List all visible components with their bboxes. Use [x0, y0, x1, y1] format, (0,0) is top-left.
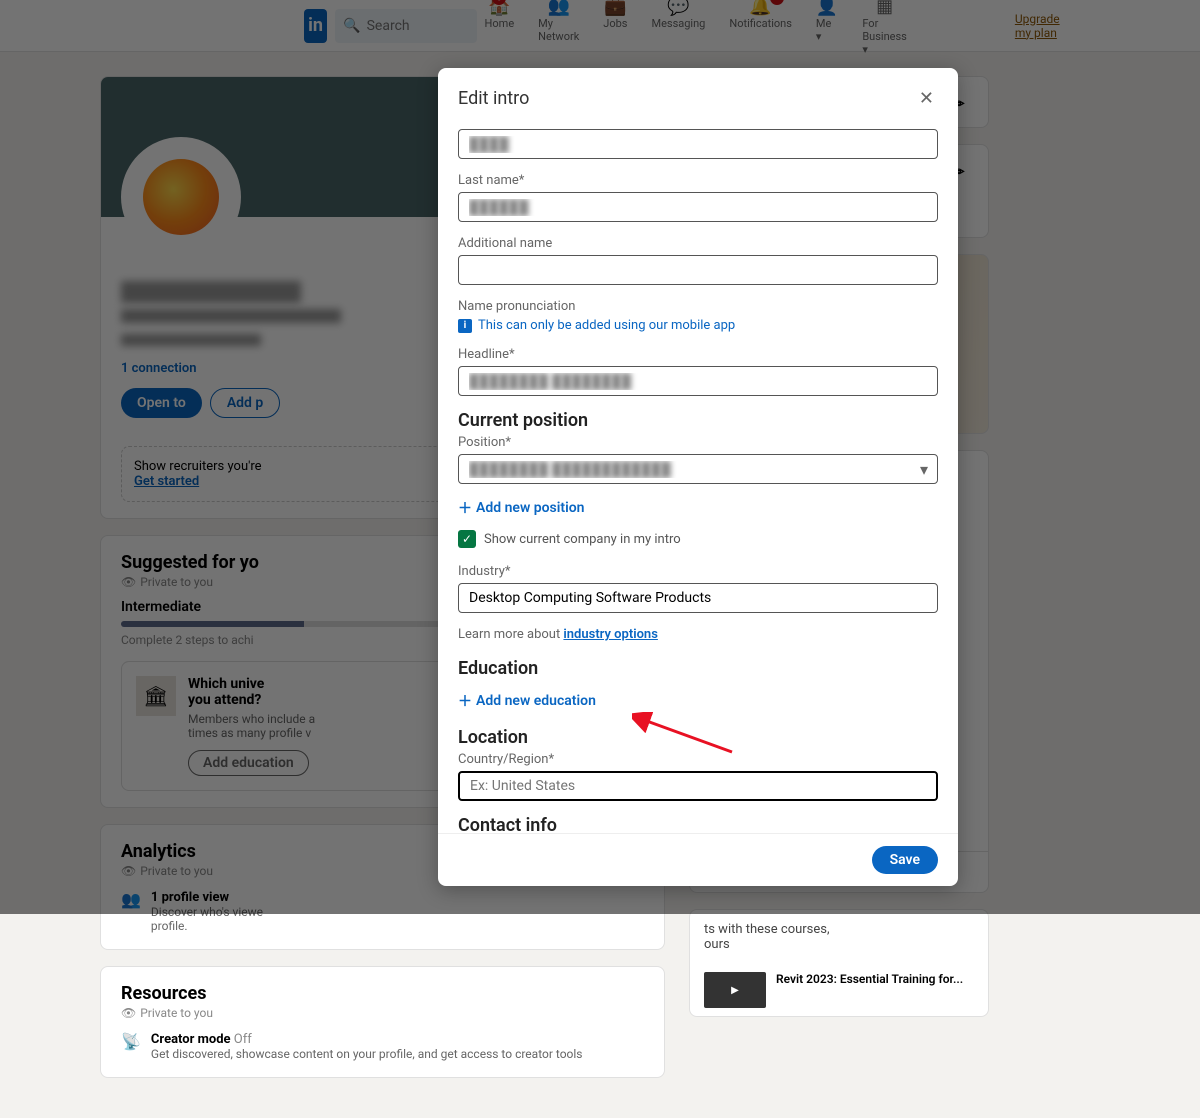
add-education-text: Add new education — [476, 693, 596, 709]
additional-name-input[interactable] — [458, 255, 938, 285]
creator-title: Creator mode — [151, 1032, 231, 1047]
position-label: Position* — [458, 435, 938, 450]
current-position-heading: Current position — [458, 410, 938, 431]
checkbox-checked-icon: ✓ — [458, 530, 476, 548]
industry-input[interactable] — [458, 583, 938, 613]
pronunciation-label: Name pronunciation — [458, 299, 938, 314]
edit-intro-modal: Edit intro ✕ Last name* Additional name … — [438, 68, 958, 886]
add-position-text: Add new position — [476, 500, 584, 516]
info-icon: i — [458, 319, 472, 333]
add-education-link[interactable]: ＋Add new education — [458, 691, 938, 711]
country-label: Country/Region* — [458, 752, 938, 767]
contact-heading: Contact info — [458, 815, 938, 833]
headline-label: Headline* — [458, 347, 938, 362]
additional-name-label: Additional name — [458, 236, 938, 251]
course-title: Revit 2023: Essential Training for... — [776, 972, 963, 1008]
eye-icon: 👁 — [121, 1006, 136, 1020]
close-icon[interactable]: ✕ — [915, 84, 938, 113]
views-desc2: profile. — [151, 919, 188, 933]
modal-title: Edit intro — [458, 88, 529, 109]
creator-desc: Get discovered, showcase content on your… — [151, 1047, 583, 1061]
headline-input[interactable] — [458, 366, 938, 396]
pronunciation-info: This can only be added using our mobile … — [478, 318, 735, 333]
plus-icon: ＋ — [458, 691, 472, 711]
location-heading: Location — [458, 727, 938, 748]
course-item[interactable]: Revit 2023: Essential Training for... — [690, 964, 988, 1016]
country-input[interactable] — [458, 771, 938, 801]
add-position-link[interactable]: ＋Add new position — [458, 498, 938, 518]
resources-title: Resources — [121, 983, 644, 1004]
first-name-input[interactable] — [458, 129, 938, 159]
last-name-label: Last name* — [458, 173, 938, 188]
learning-text2: ours — [704, 937, 730, 952]
position-select[interactable] — [458, 454, 938, 484]
plus-icon: ＋ — [458, 498, 472, 518]
show-company-label: Show current company in my intro — [484, 532, 681, 547]
industry-label: Industry* — [458, 564, 938, 579]
private-label: Private to you — [140, 1006, 213, 1020]
learning-card: ts with these courses,ours Revit 2023: E… — [689, 909, 989, 1017]
industry-options-link[interactable]: industry options — [563, 627, 657, 642]
education-heading: Education — [458, 658, 938, 679]
show-company-checkbox[interactable]: ✓ Show current company in my intro — [458, 530, 938, 548]
resources-card: Resources 👁 Private to you 📡 Creator mode… — [100, 966, 665, 1078]
last-name-input[interactable] — [458, 192, 938, 222]
course-thumbnail — [704, 972, 766, 1008]
save-button[interactable]: Save — [872, 846, 938, 874]
satellite-icon: 📡 — [121, 1032, 141, 1061]
creator-status: Off — [234, 1032, 252, 1047]
learning-text1: ts with these courses, — [704, 922, 830, 937]
learn-more-prefix: Learn more about — [458, 627, 563, 642]
